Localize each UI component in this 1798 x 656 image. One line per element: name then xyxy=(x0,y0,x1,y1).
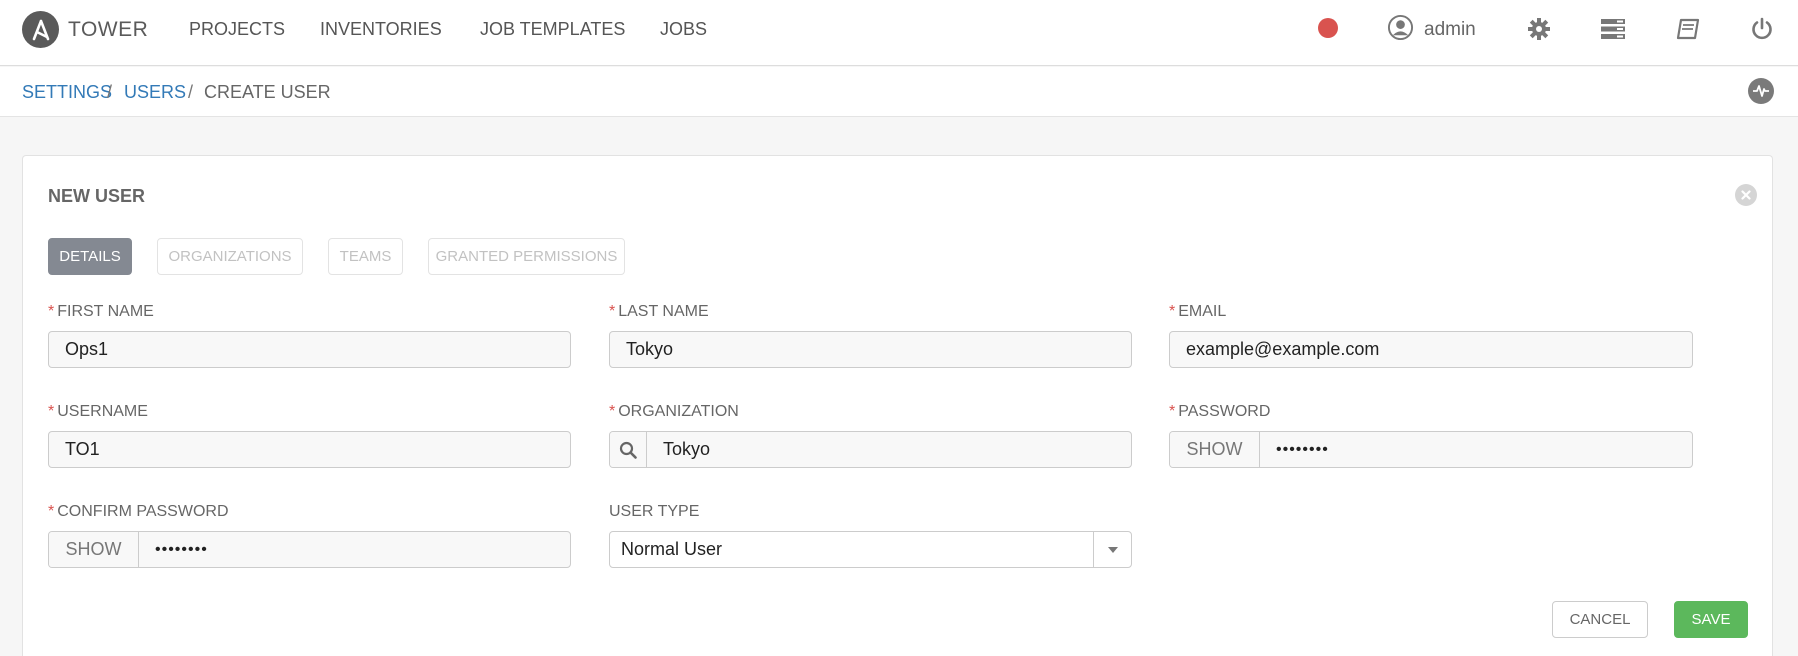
show-password-button[interactable]: SHOW xyxy=(1170,432,1260,467)
username-field[interactable]: TO1 xyxy=(48,431,571,468)
breadcrumb-separator: / xyxy=(188,82,194,102)
user-name: admin xyxy=(1424,19,1476,40)
status-indicator[interactable] xyxy=(1318,18,1338,38)
required-marker: * xyxy=(48,303,55,320)
confirm-password-field[interactable]: SHOW •••••••• xyxy=(48,531,571,568)
first-name-label: * FIRST NAME xyxy=(48,303,154,320)
ansible-logo-icon xyxy=(22,11,59,48)
logout-power-icon[interactable] xyxy=(1748,15,1776,43)
required-marker: * xyxy=(1169,403,1176,420)
nav-projects[interactable]: PROJECTS xyxy=(189,19,285,40)
confirm-password-masked-value: •••••••• xyxy=(155,540,208,558)
email-label: * EMAIL xyxy=(1169,303,1227,320)
required-marker: * xyxy=(1169,303,1176,320)
password-field[interactable]: SHOW •••••••• xyxy=(1169,431,1693,468)
required-marker: * xyxy=(48,503,55,520)
breadcrumb-users[interactable]: USERS xyxy=(124,82,186,103)
nav-inventories[interactable]: INVENTORIES xyxy=(320,19,442,40)
nav-jobs[interactable]: JOBS xyxy=(660,19,707,40)
new-user-panel: NEW USER DETAILS ORGANIZATIONS TEAMS GRA… xyxy=(22,155,1773,656)
server-icon[interactable] xyxy=(1599,15,1627,43)
last-name-field[interactable]: Tokyo xyxy=(609,331,1132,368)
confirm-password-label: * CONFIRM PASSWORD xyxy=(48,503,229,520)
last-name-label: * LAST NAME xyxy=(609,303,709,320)
user-type-label: USER TYPE xyxy=(609,503,700,520)
tab-teams[interactable]: TEAMS xyxy=(328,238,403,275)
password-label: * PASSWORD xyxy=(1169,403,1271,420)
password-masked-value: •••••••• xyxy=(1276,440,1329,458)
username-label: * USERNAME xyxy=(48,403,148,420)
nav-job-templates[interactable]: JOB TEMPLATES xyxy=(480,19,625,40)
tab-granted-permissions[interactable]: GRANTED PERMISSIONS xyxy=(428,238,625,275)
tab-details[interactable]: DETAILS xyxy=(48,238,132,275)
breadcrumb-settings[interactable]: SETTINGS xyxy=(22,82,112,103)
show-confirm-password-button[interactable]: SHOW xyxy=(49,532,139,567)
search-icon[interactable] xyxy=(610,432,647,467)
breadcrumb-current: CREATE USER xyxy=(204,82,331,102)
settings-gear-icon[interactable] xyxy=(1525,15,1553,43)
user-type-select[interactable]: Normal User xyxy=(609,531,1132,568)
breadcrumb-separator: / xyxy=(107,82,113,102)
close-icon[interactable] xyxy=(1735,184,1757,206)
user-avatar-icon xyxy=(1387,14,1414,46)
organization-label: * ORGANIZATION xyxy=(609,403,739,420)
tower-logo[interactable]: TOWER xyxy=(22,11,148,48)
organization-lookup-field[interactable]: Tokyo xyxy=(609,431,1132,468)
chevron-down-icon[interactable] xyxy=(1093,532,1131,567)
cancel-button[interactable]: CANCEL xyxy=(1552,601,1648,638)
top-navbar: TOWER PROJECTS INVENTORIES JOB TEMPLATES… xyxy=(0,0,1798,66)
required-marker: * xyxy=(609,403,616,420)
documentation-book-icon[interactable] xyxy=(1674,15,1702,43)
brand-name: TOWER xyxy=(68,17,149,41)
save-button[interactable]: SAVE xyxy=(1674,601,1748,638)
required-marker: * xyxy=(609,303,616,320)
first-name-field[interactable]: Ops1 xyxy=(48,331,571,368)
activity-stream-icon[interactable] xyxy=(1748,78,1774,104)
tab-organizations[interactable]: ORGANIZATIONS xyxy=(157,238,303,275)
user-menu[interactable]: admin xyxy=(1387,14,1476,46)
breadcrumb: SETTINGS / USERS / CREATE USER xyxy=(0,67,1798,117)
required-marker: * xyxy=(48,403,55,420)
panel-title: NEW USER xyxy=(48,186,146,206)
email-field[interactable]: example@example.com xyxy=(1169,331,1693,368)
